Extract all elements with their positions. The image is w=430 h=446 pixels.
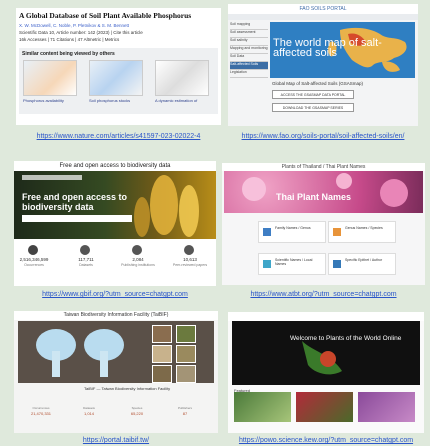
url-link[interactable]: https://portal.taibif.tw/ bbox=[14, 437, 218, 444]
sidebar-item[interactable]: Soil mapping bbox=[230, 22, 268, 30]
species-tile[interactable] bbox=[176, 365, 196, 383]
panel-taibif: Taiwan Biodiversity Information Facility… bbox=[14, 311, 218, 433]
card-icon bbox=[263, 228, 271, 236]
plant-photo bbox=[302, 341, 342, 375]
stat-label: Publishing institutions bbox=[121, 263, 155, 267]
hero-banner: Free and open access to biodiversity dat… bbox=[14, 171, 216, 239]
card-label: Genus Names / Species bbox=[345, 226, 383, 230]
article-title: A Global Database of Soil Plant Availabl… bbox=[19, 11, 192, 20]
sidebar-item[interactable]: Soil salinity bbox=[230, 38, 268, 46]
panel-gbif: Free and open access to biodiversity dat… bbox=[14, 161, 216, 286]
dataset-icon bbox=[80, 245, 90, 255]
stat-value: 10,613 bbox=[183, 257, 197, 262]
card-icon bbox=[333, 228, 341, 236]
card-label: Scientific Names / Local Names bbox=[275, 258, 313, 266]
featured-photo[interactable] bbox=[296, 392, 353, 422]
hero-title: Free and open access to biodiversity dat… bbox=[22, 192, 128, 212]
nav-bar[interactable] bbox=[228, 312, 424, 321]
portal-header: FAO SOILS PORTAL bbox=[228, 4, 418, 14]
url-link[interactable]: https://powo.science.kew.org/?utm_source… bbox=[228, 437, 424, 444]
hero-title: Thai Plant Names bbox=[276, 192, 352, 202]
thumbnail-map-2[interactable] bbox=[89, 60, 143, 96]
hero-banner bbox=[18, 321, 214, 383]
hero-title: Welcome to Plants of the World Online bbox=[290, 335, 402, 342]
stat-label: Datasets bbox=[79, 263, 93, 267]
thumbnail-caption[interactable]: Soil phosphorus stocks bbox=[89, 98, 145, 103]
sidebar-item[interactable]: Soil assessment bbox=[230, 30, 268, 38]
url-link[interactable]: https://www.gbif.org/?utm_source=chatgpt… bbox=[14, 291, 216, 298]
url-link[interactable]: https://www.nature.com/articles/s41597-0… bbox=[16, 133, 221, 140]
category-card[interactable]: Family Names / Genus bbox=[258, 221, 326, 243]
species-tile[interactable] bbox=[152, 365, 172, 383]
sidebar-item[interactable]: Soil Data bbox=[230, 54, 268, 62]
sidebar-menu: Soil mapping Soil assessment Soil salini… bbox=[230, 22, 268, 122]
stat-label: Datasets bbox=[83, 406, 95, 410]
nav-bar[interactable] bbox=[228, 14, 418, 20]
access-data-button[interactable]: ACCESS THE GSASMAP DATA PORTAL bbox=[272, 90, 354, 99]
stat-label: Species bbox=[131, 406, 143, 410]
stat-value: 2,516,346,599 bbox=[19, 257, 49, 262]
stat-label: Occurrences bbox=[24, 263, 44, 267]
featured-photo[interactable] bbox=[234, 392, 291, 422]
card-label: Family Names / Genus bbox=[275, 226, 311, 230]
thumbnail-map-1[interactable] bbox=[23, 60, 77, 96]
card-icon bbox=[333, 260, 341, 268]
map-title: The world map of salt-affected soils bbox=[273, 37, 382, 59]
panel-fao-soils: FAO SOILS PORTAL Soil mapping Soil asses… bbox=[228, 4, 418, 126]
article-stats: 16k Accesses | 71 Citations | 47 Altmetr… bbox=[19, 37, 120, 42]
world-map-banner: The world map of salt-affected soils bbox=[270, 22, 415, 78]
category-card[interactable]: Genus Names / Species bbox=[328, 221, 396, 243]
download-button[interactable]: DOWNLOAD THE GSASMAP SERIES bbox=[272, 103, 354, 112]
sidebar-item[interactable]: Salt-affected Soils bbox=[230, 62, 268, 70]
footer-title: TaiBIF — Taiwan Biodiversity Information… bbox=[84, 386, 171, 391]
species-tile[interactable] bbox=[152, 325, 172, 343]
featured-photo[interactable] bbox=[358, 392, 415, 422]
panel-header: Free and open access to biodiversity dat… bbox=[59, 163, 171, 169]
panel-header: Taiwan Biodiversity Information Facility… bbox=[14, 311, 218, 320]
species-tile[interactable] bbox=[152, 345, 172, 363]
url-link[interactable]: https://www.atbt.org/?utm_source=chatgpt… bbox=[222, 291, 425, 298]
panel-thai-plants: Plants of Thailand / Thai Plant Names Th… bbox=[222, 163, 425, 285]
thumbnail-caption[interactable]: Phosphorus availability bbox=[23, 98, 79, 103]
category-card[interactable]: Scientific Names / Local Names bbox=[258, 253, 326, 275]
sidebar-item[interactable]: Legislation bbox=[230, 70, 268, 78]
hero-banner: Welcome to Plants of the World Online bbox=[232, 321, 420, 385]
species-tile[interactable] bbox=[176, 345, 196, 363]
stat-label: Publishers bbox=[177, 406, 192, 410]
occurrence-icon bbox=[28, 245, 38, 255]
card-label: Specific Epithet / Author bbox=[345, 258, 383, 262]
search-input[interactable] bbox=[22, 215, 132, 222]
map-heading: Global Map of Salt-affected Soils (GSASm… bbox=[272, 81, 363, 86]
stat-value: 87 bbox=[182, 411, 188, 416]
category-card[interactable]: Specific Epithet / Author bbox=[328, 253, 396, 275]
card-icon bbox=[263, 260, 271, 268]
panel-header: Plants of Thailand / Thai Plant Names bbox=[222, 163, 425, 171]
thumbnail-caption[interactable]: A dynamic estimation of bbox=[155, 98, 211, 103]
sidebar-item[interactable]: Mapping and monitoring bbox=[230, 46, 268, 54]
article-meta: Scientific Data 10, Article number: 142 … bbox=[19, 30, 143, 35]
paper-icon bbox=[184, 245, 194, 255]
similar-content-heading: Similar content being viewed by others bbox=[22, 51, 115, 57]
thumbnail-chart-3[interactable] bbox=[155, 60, 209, 96]
stat-label: Occurrences bbox=[32, 406, 50, 410]
stat-label: Peer-reviewed papers bbox=[172, 263, 208, 267]
stat-value: 117,711 bbox=[78, 257, 94, 262]
article-authors[interactable]: X. W. McDowell, C. Noble, P. Pletnikov &… bbox=[19, 23, 221, 28]
stat-value: 1,014 bbox=[83, 411, 94, 416]
species-tile[interactable] bbox=[176, 325, 196, 343]
institution-icon bbox=[132, 245, 142, 255]
panel-powo: Welcome to Plants of the World Online Fe… bbox=[228, 312, 424, 433]
stat-value: 65,220 bbox=[130, 411, 144, 416]
url-link[interactable]: https://www.fao.org/soils-portal/soil-af… bbox=[228, 133, 418, 140]
stat-value: 2,084 bbox=[132, 257, 144, 262]
hero-banner: Thai Plant Names bbox=[224, 171, 423, 213]
similar-content-box: Similar content being viewed by others P… bbox=[19, 48, 218, 114]
stat-value: 21,470,331 bbox=[30, 411, 52, 416]
panel-nature-article: A Global Database of Soil Plant Availabl… bbox=[16, 8, 221, 125]
